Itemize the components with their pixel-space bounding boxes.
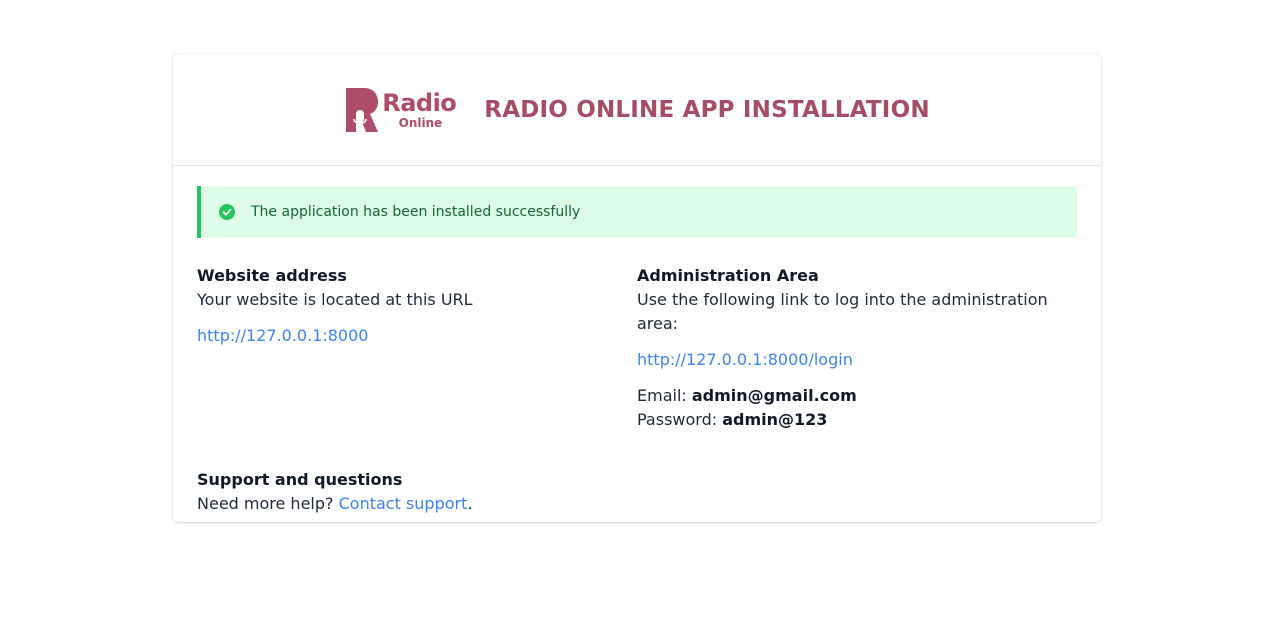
email-label: Email: bbox=[637, 386, 687, 405]
support-section: Support and questions Need more help? Co… bbox=[197, 468, 1077, 516]
password-value: admin@123 bbox=[722, 410, 828, 429]
logo-subtitle: Online bbox=[398, 115, 443, 130]
radio-online-logo: Radio Online bbox=[344, 86, 457, 134]
support-text-after: . bbox=[467, 494, 473, 513]
website-description: Your website is located at this URL bbox=[197, 290, 473, 309]
microphone-logo-icon bbox=[346, 87, 379, 132]
page-title: RADIO ONLINE APP INSTALLATION bbox=[484, 96, 930, 123]
logo-text: Radio Online bbox=[382, 88, 457, 130]
contact-support-link[interactable]: Contact support bbox=[339, 494, 468, 513]
info-columns: Website address Your website is located … bbox=[197, 264, 1077, 432]
admin-login-link[interactable]: http://127.0.0.1:8000/login bbox=[637, 348, 853, 372]
card-body: The application has been installed succe… bbox=[173, 166, 1101, 516]
admin-title: Administration Area bbox=[637, 266, 819, 285]
email-value: admin@gmail.com bbox=[691, 386, 857, 405]
password-label: Password: bbox=[637, 410, 718, 429]
password-line: Password: admin@123 bbox=[637, 408, 1077, 432]
logo-word: Radio bbox=[382, 88, 457, 117]
admin-description: Use the following link to log into the a… bbox=[637, 290, 1048, 333]
support-text-before: Need more help? bbox=[197, 494, 334, 513]
card-header: Radio Online RADIO ONLINE APP INSTALLATI… bbox=[173, 54, 1101, 166]
check-circle-icon bbox=[219, 204, 235, 220]
support-text: Need more help? Contact support. bbox=[197, 492, 1077, 516]
admin-section: Administration Area Use the following li… bbox=[637, 264, 1077, 432]
success-message: The application has been installed succe… bbox=[251, 204, 581, 220]
website-url-link[interactable]: http://127.0.0.1:8000 bbox=[197, 324, 368, 348]
support-title: Support and questions bbox=[197, 470, 403, 489]
email-line: Email: admin@gmail.com bbox=[637, 384, 1077, 408]
success-alert: The application has been installed succe… bbox=[197, 186, 1077, 238]
credentials: Email: admin@gmail.com Password: admin@1… bbox=[637, 384, 1077, 432]
website-section: Website address Your website is located … bbox=[197, 264, 637, 432]
installation-card: Radio Online RADIO ONLINE APP INSTALLATI… bbox=[173, 54, 1101, 522]
website-title: Website address bbox=[197, 266, 347, 285]
